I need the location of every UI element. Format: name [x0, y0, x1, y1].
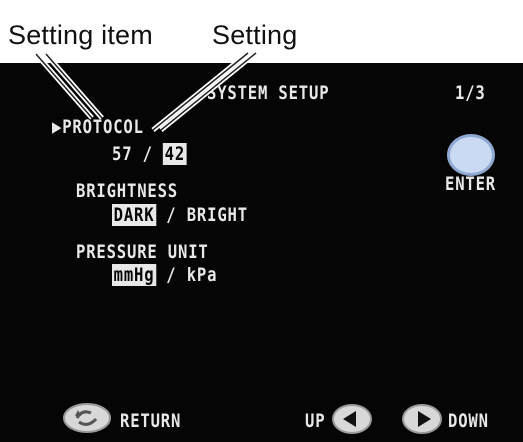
setting-item-label: PROTOCOL [62, 116, 144, 138]
menu-item-protocol[interactable]: ▶PROTOCOL [52, 118, 144, 137]
menu-item-pressure-unit[interactable]: PRESSURE UNIT [76, 243, 209, 262]
option-bright[interactable]: BRIGHT [187, 204, 248, 226]
down-button-icon[interactable] [401, 403, 443, 435]
pressure-unit-options: mmHg / kPa [112, 264, 218, 286]
option-separator: / [142, 143, 153, 165]
up-label: UP [305, 410, 326, 432]
screen-title: SYSTEM SETUP [207, 82, 330, 104]
option-42-selected[interactable]: 42 [163, 143, 187, 165]
down-label: DOWN [448, 410, 489, 432]
option-dark-selected[interactable]: DARK [112, 204, 157, 226]
up-button-icon[interactable] [331, 403, 373, 435]
page-indicator: 1/3 [455, 82, 486, 104]
enter-label: ENTER [445, 173, 497, 195]
return-button-icon[interactable] [62, 402, 112, 434]
option-separator: / [166, 204, 177, 226]
brightness-options: DARK / BRIGHT [112, 204, 248, 226]
system-setup-screen: SYSTEM SETUP 1/3 ▶PROTOCOL 57 / 42 BRIGH… [0, 63, 523, 442]
callout-setting-item: Setting item [8, 20, 153, 50]
callout-setting: Setting [212, 20, 298, 50]
protocol-options: 57 / 42 [112, 143, 187, 165]
enter-button-icon[interactable] [447, 134, 495, 176]
menu-item-brightness[interactable]: BRIGHTNESS [76, 182, 178, 201]
option-separator: / [166, 264, 177, 286]
option-mmhg-selected[interactable]: mmHg [112, 264, 157, 286]
option-kpa[interactable]: kPa [187, 264, 218, 286]
return-label: RETURN [120, 410, 182, 432]
option-57[interactable]: 57 [112, 143, 132, 165]
cursor-arrow-icon: ▶ [52, 116, 63, 138]
